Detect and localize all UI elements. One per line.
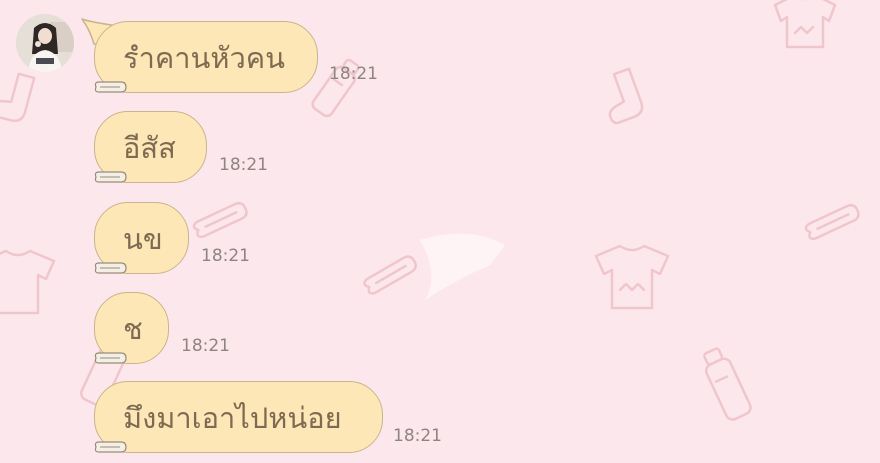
message-text: อีสัส: [123, 131, 176, 165]
onesie-doodle: [594, 244, 670, 310]
wallpaper-highlight: [420, 233, 505, 300]
safety-pin-icon: [94, 441, 127, 453]
safety-pin-doodle: [804, 204, 860, 241]
safety-pin-doodle: [192, 202, 248, 239]
message-time: 18:21: [181, 336, 230, 356]
onesie-doodle: [0, 249, 56, 315]
message-bubble[interactable]: รำคานหัวคน: [94, 21, 318, 93]
message-bubble[interactable]: มึงมาเอาไปหน่อย: [94, 381, 383, 453]
sock-doodle: [608, 67, 644, 125]
message-time: 18:21: [329, 64, 378, 84]
safety-pin-doodle: [363, 255, 417, 295]
safety-pin-icon: [94, 262, 127, 274]
message-bubble[interactable]: อีสัส: [94, 111, 207, 183]
message-text: รำคานหัวคน: [123, 41, 285, 75]
message-bubble[interactable]: ช: [94, 292, 169, 364]
message-text: ช: [123, 312, 143, 346]
baby-bottle-doodle: [703, 347, 752, 421]
message-bubble[interactable]: นข: [94, 202, 189, 274]
message-time: 18:21: [201, 246, 250, 266]
safety-pin-icon: [94, 352, 127, 364]
message-time: 18:21: [393, 426, 442, 446]
message-text: มึงมาเอาไปหน่อย: [123, 401, 342, 435]
avatar-photo-icon: [16, 14, 74, 72]
message-time: 18:21: [219, 155, 268, 175]
message-text: นข: [123, 222, 163, 256]
sender-avatar[interactable]: [16, 14, 74, 72]
sock-doodle: [0, 72, 36, 123]
safety-pin-icon: [94, 171, 127, 183]
onesie-doodle: [773, 0, 837, 49]
safety-pin-icon: [94, 81, 127, 93]
